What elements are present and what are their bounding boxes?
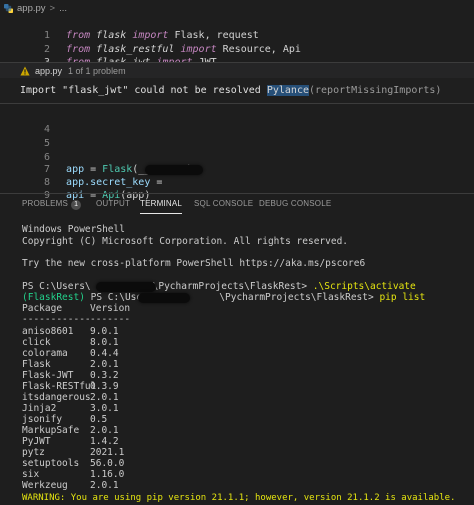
peek-file-name: app.py [35, 65, 63, 76]
tab-problems[interactable]: PROBLEMS 1 [22, 199, 82, 210]
code-line[interactable]: 2 from flask_restful import Resource, Api [0, 30, 301, 55]
breadcrumb: app.py > ... [0, 0, 474, 16]
package-version: 0.3.9 [90, 381, 119, 392]
table-rule: ------------------- [22, 314, 130, 326]
redaction-mark [138, 293, 190, 303]
package-version: 1.16.0 [90, 469, 125, 480]
code-line[interactable]: 8 app.secret_key = [0, 163, 168, 188]
pip-warning: WARNING: You are using pip version 21.1.… [22, 493, 456, 503]
package-version: 2.0.1 [90, 392, 119, 403]
package-version: 0.5 [90, 414, 108, 425]
problem-source[interactable]: Pylance [266, 85, 309, 96]
code-line[interactable]: 4 [0, 110, 66, 135]
package-version: 1.4.2 [90, 436, 119, 447]
python-file-icon [4, 3, 13, 13]
problem-rule[interactable]: (reportMissingImports) [309, 85, 441, 96]
breadcrumb-separator: > [49, 2, 56, 14]
package-version: 3.0.1 [90, 403, 119, 414]
panel-tabs: PROBLEMS 1 OUTPUT TERMINAL SQL CONSOLE DE… [0, 193, 474, 215]
peek-problem-count: 1 of 1 problem [68, 65, 126, 76]
column-header-version: Version [90, 303, 131, 314]
package-version: 0.3.2 [90, 370, 119, 381]
terminal-line: Copyright (C) Microsoft Corporation. All… [22, 236, 349, 247]
tab-sql-console[interactable]: SQL CONSOLE [194, 199, 253, 208]
terminal-command: .\Scripts\activate [312, 281, 416, 292]
warning-icon [20, 66, 30, 75]
tab-label: PROBLEMS [22, 199, 69, 208]
imported-names: Resource, Api [222, 44, 301, 55]
breadcrumb-more[interactable]: ... [59, 3, 67, 14]
code-line[interactable]: 7app = Flask(__name__) [0, 150, 192, 175]
code-line[interactable]: 9 api = Api(app) [0, 176, 150, 201]
operator: = [150, 177, 169, 188]
problem-peek-message: Import "flask_jwt" could not be resolved… [0, 78, 474, 104]
package-version: 9.0.1 [90, 326, 119, 337]
redaction-mark [96, 282, 156, 292]
package-version: 8.0.1 [90, 337, 119, 348]
package-version: 2.0.1 [90, 359, 119, 370]
package-name: Werkzeug [22, 480, 68, 491]
prompt-path-end: \PycharmProjects\FlaskRest> [152, 281, 313, 292]
tab-debug-console[interactable]: DEBUG CONSOLE [259, 199, 331, 208]
redaction-mark [145, 165, 203, 175]
problems-count-badge: 1 [71, 200, 82, 210]
prompt-path-start: PS C:\Users\ [22, 281, 91, 292]
venv-indicator: (FlaskRest) [22, 292, 85, 303]
package-version: 2.0.1 [90, 425, 119, 436]
package-version: 56.0.0 [90, 458, 125, 469]
code-line[interactable]: 3from flask_jwt import JWT [0, 43, 217, 68]
terminal-line: Try the new cross-platform PowerShell ht… [22, 258, 366, 269]
package-version: 0.4.4 [90, 348, 119, 359]
package-version: 2021.1 [90, 447, 125, 458]
problem-peek-header: app.py 1 of 1 problem [0, 62, 474, 78]
prompt-path-end: \PycharmProjects\FlaskRest> [219, 292, 380, 303]
code-line[interactable]: 1 from flask import Flask, request [0, 16, 259, 41]
package-version: 2.0.1 [90, 480, 119, 491]
terminal-line: Windows PowerShell [22, 224, 125, 235]
code-line[interactable]: 5 [0, 124, 66, 149]
rule-segment: ------------ [22, 314, 91, 325]
tab-terminal[interactable]: TERMINAL [140, 199, 183, 214]
rule-segment: ------- [90, 314, 131, 325]
tab-output[interactable]: OUTPUT [96, 199, 130, 208]
terminal-command: pip list [379, 292, 426, 303]
problem-message: Import "flask_jwt" could not be resolved [20, 85, 267, 96]
breadcrumb-file[interactable]: app.py [17, 3, 46, 14]
table-row: Werkzeug 2.0.1 [22, 480, 119, 492]
